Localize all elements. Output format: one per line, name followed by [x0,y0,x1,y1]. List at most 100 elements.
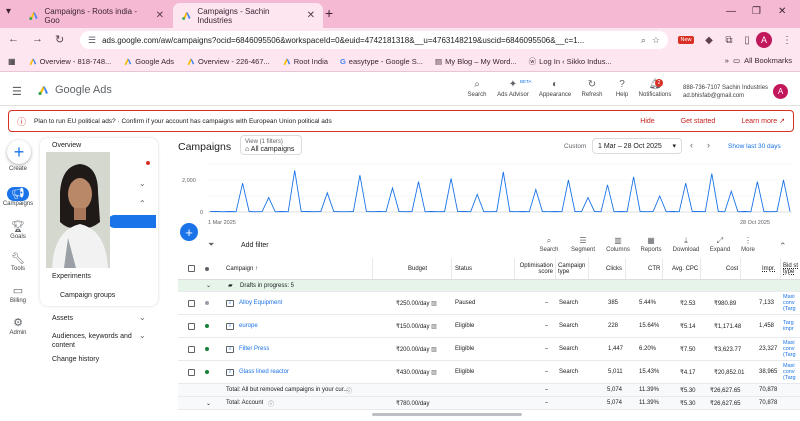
address-bar[interactable]: ☰ ads.google.com/aw/campaigns?ocid=68460… [80,31,668,49]
new-campaign-button[interactable]: + [180,223,198,241]
help-icon[interactable]: ⓘ [268,397,274,409]
budget-cell[interactable]: ₹200.00/day ▨ [396,338,437,360]
budget-cell[interactable]: ₹150.00/day ▨ [396,315,437,337]
col-cost[interactable]: Cost [726,258,738,279]
col-avg-cpc[interactable]: Avg. CPC [672,258,698,279]
site-info-icon[interactable]: ☰ [88,35,96,46]
chevron-down-icon[interactable]: ⌄ [139,313,146,322]
toolbar-more[interactable]: ⋮ More [731,236,765,253]
create-button[interactable]: + [7,140,31,164]
bid-strategy-cell[interactable]: Maxi conv (Targ [783,361,800,383]
bookmark-item[interactable]: Overview - 818-748... [28,57,111,66]
bid-strategy-cell[interactable]: Maxi conv (Targ [783,292,800,314]
toolbar-search[interactable]: ⌕ Search [532,236,566,253]
table-row[interactable]: ⌕ Filter Press ₹200.00/day ▨ Eligible – S… [178,338,800,361]
forward-icon[interactable]: → [32,33,43,45]
bookmark-item[interactable]: ⓦ Log In ‹ Sikko Indus... [529,56,612,67]
bookmark-item[interactable]: Overview - 226-467... [186,57,270,66]
bid-strategy-cell[interactable]: Targ impr [783,315,800,337]
col-budget[interactable]: Budget [408,258,427,279]
row-checkbox[interactable] [188,292,195,314]
drafts-row[interactable]: ⌄ ▰ Drafts in progress: 5 [178,280,800,292]
date-range-picker[interactable]: 1 Mar – 28 Oct 2025 ▾ [592,138,682,154]
chevron-down-icon[interactable]: ⌄ [206,280,211,291]
extension-new-icon[interactable]: New [677,31,695,49]
close-icon[interactable]: ✕ [156,10,164,21]
zoom-icon[interactable]: ⌕ [641,35,646,46]
apps-grid-icon[interactable]: ▦ [8,57,16,66]
window-close-icon[interactable]: ✕ [778,6,786,17]
rail-item-campaigns[interactable]: 📢︎ Campaigns [3,187,33,207]
rail-item-billing[interactable]: ▭ Billing [4,284,32,304]
chevron-up-icon[interactable]: ⌃ [139,199,146,208]
sidenav-change-history[interactable]: Change history [52,356,99,363]
budget-cell[interactable]: ₹250.00/day ▨ [396,292,437,314]
campaign-name-link[interactable]: ⌕ Alloy Equipment [226,292,282,314]
sidenav-experiments[interactable]: Experiments [52,273,91,280]
url-text[interactable]: ads.google.com/aw/campaigns?ocid=6846095… [102,36,635,45]
toolbar-segment[interactable]: ☰ Segment [566,236,600,253]
chevron-down-icon[interactable]: ⌄ [139,331,146,340]
help-icon[interactable]: ⓘ [346,384,352,396]
bookmark-item[interactable]: Google Ads [123,57,174,66]
sidenav-audiences[interactable]: Audiences, keywords and content [52,332,142,350]
hide-button[interactable]: Hide [640,118,654,125]
tab-search-icon[interactable]: ▾ [6,6,11,17]
bookmark-item[interactable]: Root India [282,57,328,66]
add-filter-button[interactable]: Add filter [241,242,269,249]
chevron-down-icon[interactable]: ⌄ [139,179,146,188]
rail-item-tools[interactable]: 🔧︎ Tools [4,252,32,272]
horizontal-scrollbar[interactable] [372,413,522,416]
select-all-checkbox[interactable] [188,258,195,279]
hamburger-menu-icon[interactable]: ☰ [12,85,22,98]
bookmark-star-icon[interactable]: ☆ [652,35,660,46]
account-info[interactable]: 888-736-7107 Sachin Industries ad.bhisfa… [683,84,768,100]
sidenav-overview[interactable]: Overview [52,142,81,149]
toolbar-reports[interactable]: ▦ Reports [634,236,668,253]
browser-profile-avatar[interactable]: A [756,32,772,48]
table-row[interactable]: ⌕ europe ₹150.00/day ▨ Eligible – Search … [178,315,800,338]
bookmark-item[interactable]: Geasytype - Google S... [340,57,423,66]
previous-period-icon[interactable]: ‹ [690,140,693,150]
toolbar-download[interactable]: ⤓ Download [669,236,703,253]
minimize-icon[interactable]: — [726,6,736,17]
chevron-down-icon[interactable]: ⌄ [206,397,211,409]
back-icon[interactable]: ← [8,33,19,45]
get-started-button[interactable]: Get started [681,118,716,125]
row-checkbox[interactable] [188,361,195,383]
table-row[interactable]: ⌕ Alloy Equipment ₹250.00/day ▨ Paused – … [178,292,800,315]
col-campaign-type[interactable]: Campaign type [558,258,588,279]
reload-icon[interactable]: ↻ [55,33,64,46]
campaign-name[interactable]: Filter Press [239,346,269,352]
col-bid-strategy[interactable]: Bid st type [783,258,800,279]
campaign-name-link[interactable]: ⌕ Glass lined reactor [226,361,289,383]
rail-item-admin[interactable]: ⚙ Admin [4,316,32,336]
header-appearance[interactable]: ◐ Appearance [535,79,575,98]
sidenav-active-item[interactable] [108,215,156,228]
browser-tab-roots[interactable]: Campaigns - Roots india - Goo ✕ [20,3,172,28]
close-icon[interactable]: ✕ [307,10,315,21]
col-impr[interactable]: Impr. [762,258,775,279]
col-optimisation-score[interactable]: Optimisation score [516,258,553,279]
col-clicks[interactable]: Clicks [606,258,622,279]
col-status[interactable]: Status [455,258,472,279]
rail-item-goals[interactable]: 🏆︎ Goals [4,220,32,240]
sidenav-campaign-groups[interactable]: Campaign groups [60,292,115,299]
toolbar-columns[interactable]: ▥ Columns [601,236,635,253]
extensions-puzzle-icon[interactable]: ⧉ [720,31,738,49]
campaign-name-link[interactable]: ⌕ Filter Press [226,338,269,360]
browser-menu-icon[interactable]: ⋮ [778,31,796,49]
collapse-chevron-icon[interactable]: ⌃ [779,241,787,252]
all-bookmarks[interactable]: » ▭ All Bookmarks [725,56,792,65]
maximize-icon[interactable]: ❐ [752,6,761,17]
new-tab-icon[interactable]: + [325,5,333,21]
header-search[interactable]: ⌕ Search [457,79,497,98]
view-selector[interactable]: View (1 filters) ⌂ All campaigns [240,135,302,155]
row-checkbox[interactable] [188,315,195,337]
col-ctr[interactable]: CTR [648,258,660,279]
learn-more-link[interactable]: Learn more [741,118,777,125]
row-checkbox[interactable] [188,338,195,360]
col-campaign[interactable]: Campaign ↑ [226,258,258,279]
side-panel-icon[interactable]: ▯ [738,31,756,49]
sidenav-assets[interactable]: Assets [52,315,73,322]
